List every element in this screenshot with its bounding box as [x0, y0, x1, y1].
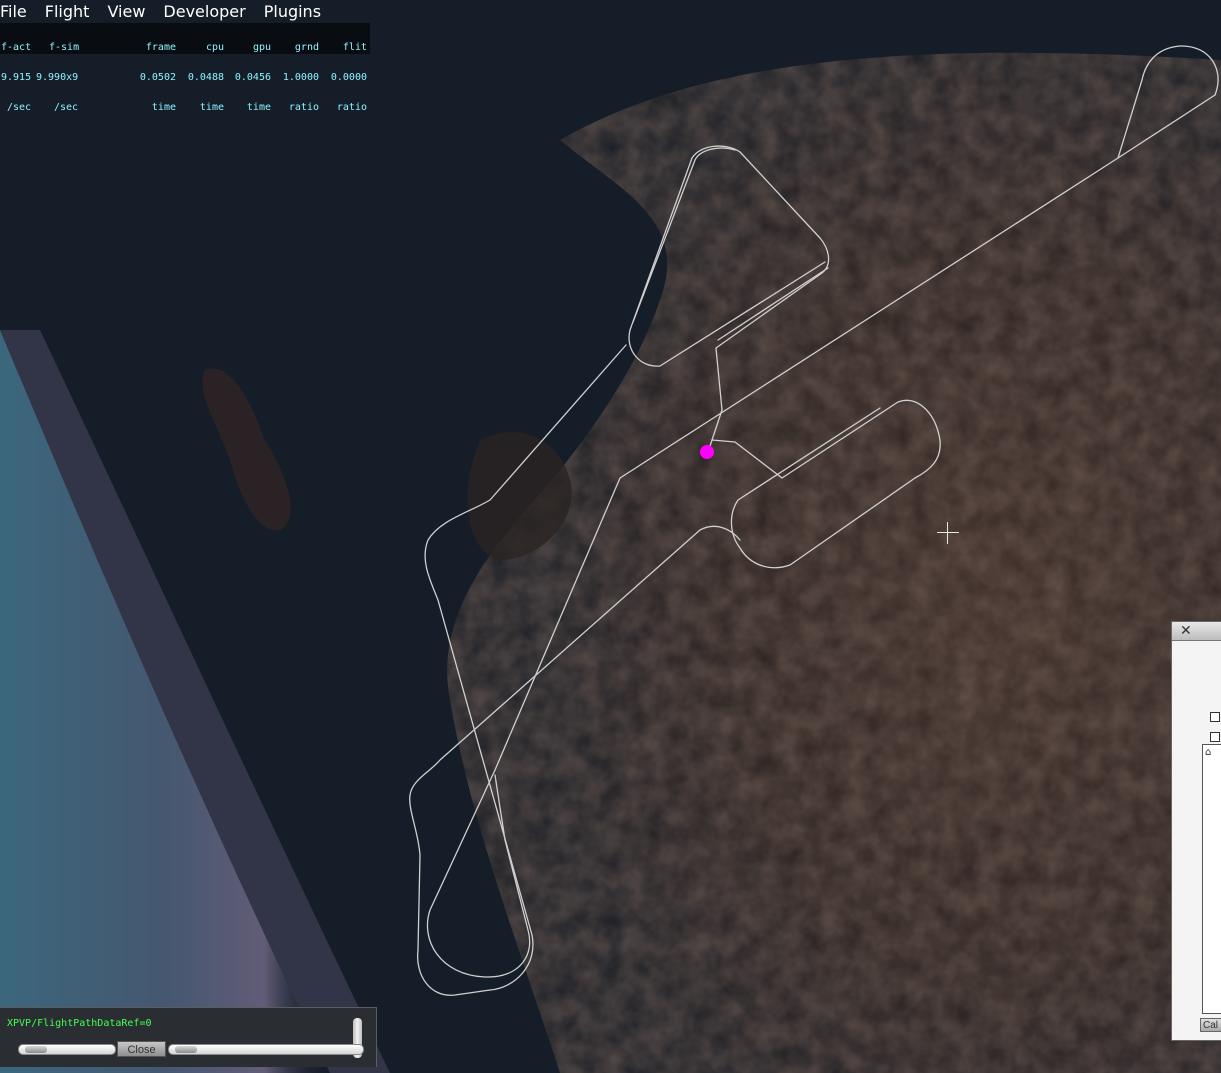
aircraft-position-marker — [700, 445, 714, 459]
menu-flight[interactable]: Flight — [45, 2, 99, 21]
home-icon[interactable]: ⌂ — [1205, 747, 1211, 758]
menu-file[interactable]: File — [0, 2, 36, 21]
dataref-panel: XPVP/FlightPathDataRef=0 Close — [0, 1007, 377, 1067]
stat-label: cpu — [205, 42, 224, 53]
menu-bar: File Flight View Developer Plugins — [0, 0, 330, 22]
stat-label: grnd — [294, 42, 319, 53]
right-slider-knob[interactable] — [175, 1046, 197, 1053]
close-button[interactable]: Close — [117, 1041, 166, 1057]
frame-rate-stats: f-act 9.915 /sec f-sim 9.990x9 /sec fram… — [0, 23, 370, 113]
stat-label: f-sim — [49, 42, 80, 53]
stat-value: 9.990x9 — [36, 72, 79, 83]
side-window-titlebar[interactable]: ✕ — [1172, 622, 1221, 641]
close-icon[interactable]: ✕ — [1180, 622, 1192, 640]
left-slider[interactable] — [18, 1044, 116, 1055]
dataref-readout: XPVP/FlightPathDataRef=0 — [7, 1018, 152, 1029]
stat-flit: flit 0.0000 ratio — [325, 23, 367, 133]
stat-value: 9.915 — [1, 72, 32, 83]
side-checkbox-2[interactable] — [1210, 732, 1220, 742]
stat-unit: time — [199, 102, 224, 113]
stat-value: 0.0488 — [187, 72, 224, 83]
stat-label: gpu — [252, 42, 271, 53]
stat-unit: ratio — [336, 102, 367, 113]
stat-f-act: f-act 9.915 /sec — [1, 23, 31, 133]
stat-grnd: grnd 1.0000 ratio — [277, 23, 319, 133]
left-slider-knob[interactable] — [25, 1046, 47, 1053]
crosshair-icon — [937, 522, 959, 544]
stat-unit: /sec — [7, 102, 32, 113]
stat-value: 0.0502 — [139, 72, 176, 83]
stat-unit: /sec — [54, 102, 79, 113]
stat-unit: ratio — [288, 102, 319, 113]
stat-value: 1.0000 — [282, 72, 319, 83]
right-slider[interactable] — [168, 1044, 364, 1055]
side-file-list[interactable]: ⌂ — [1202, 744, 1221, 1014]
side-window-button[interactable]: Cal — [1200, 1018, 1221, 1032]
menu-plugins[interactable]: Plugins — [264, 2, 330, 21]
stat-gpu: gpu 0.0456 time — [229, 23, 271, 133]
stat-value: 0.0000 — [330, 72, 367, 83]
stat-frame: frame 0.0502 time — [134, 23, 176, 133]
stat-label: f-act — [1, 42, 32, 53]
side-checkbox-1[interactable] — [1210, 712, 1220, 722]
side-window: ✕ ⌂ Cal — [1171, 621, 1221, 1041]
map-view[interactable] — [0, 0, 1221, 1073]
stat-unit: time — [246, 102, 271, 113]
stat-label: frame — [145, 42, 176, 53]
stat-f-sim: f-sim 9.990x9 /sec — [36, 23, 79, 133]
stat-value: 0.0456 — [234, 72, 271, 83]
stat-label: flit — [342, 42, 367, 53]
stat-unit: time — [151, 102, 176, 113]
menu-developer[interactable]: Developer — [163, 2, 254, 21]
stat-cpu: cpu 0.0488 time — [182, 23, 224, 133]
menu-view[interactable]: View — [107, 2, 154, 21]
